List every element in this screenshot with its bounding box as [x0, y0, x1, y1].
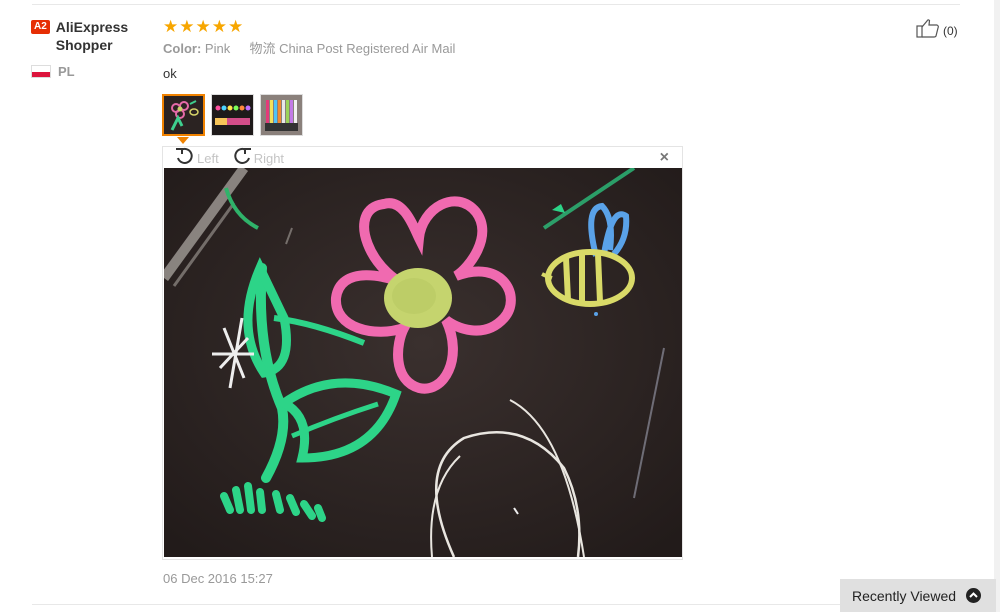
rotate-left-button[interactable]: Left: [174, 146, 219, 171]
recently-viewed-label: Recently Viewed: [852, 587, 957, 604]
top-divider: [32, 4, 960, 5]
helpful-button[interactable]: (0): [916, 18, 958, 43]
review-date: 06 Dec 2016 15:27: [163, 571, 273, 586]
rotate-right-icon: [231, 146, 253, 171]
reviewer-name: AliExpress Shopper: [55, 19, 129, 53]
bottom-divider: [32, 604, 840, 605]
order-attributes: Color: Pink 物流 China Post Registered Air…: [163, 41, 455, 57]
reviewer-country: PL: [31, 64, 151, 79]
rotate-right-label: Right: [253, 150, 285, 166]
recently-viewed-button[interactable]: Recently Viewed: [840, 579, 996, 612]
buyer-level-badge: A2: [31, 20, 50, 34]
rotate-left-label: Left: [197, 150, 219, 166]
rotate-left-icon: [174, 146, 196, 171]
star-icon: ★: [179, 17, 195, 36]
active-thumb-pointer: [177, 137, 189, 144]
star-icon: ★: [195, 17, 211, 36]
chevron-up-circle-icon: [966, 588, 982, 603]
helpful-count: (0): [943, 23, 958, 38]
viewer-toolbar: Left Right: [174, 147, 296, 169]
scrollbar-track[interactable]: [994, 0, 1000, 612]
shipping-method: 物流 China Post Registered Air Mail: [249, 41, 456, 56]
thumbs-up-icon: [916, 18, 940, 43]
poland-flag-icon: [31, 65, 51, 78]
review-content: ★ ★ ★ ★ ★ Color: Pink 物流 China Post Regi…: [163, 18, 455, 81]
review-photo: [164, 168, 682, 557]
feedback-text: ok: [163, 66, 177, 81]
thumb-aliexpress-chalk-text[interactable]: [211, 94, 254, 136]
reviewer-info: A2 AliExpress Shopper PL: [31, 18, 151, 79]
thumb-chalk-flower[interactable]: [162, 94, 205, 136]
country-code: PL: [58, 64, 75, 79]
close-icon[interactable]: ×: [660, 149, 669, 167]
star-rating: ★ ★ ★ ★ ★: [163, 18, 455, 36]
color-attribute-key: Color:: [163, 41, 202, 56]
color-attribute-value: Pink: [204, 41, 231, 56]
star-icon: ★: [228, 17, 244, 36]
thumb-marker-set[interactable]: [260, 94, 303, 136]
photo-viewer: Left Right ×: [162, 146, 683, 560]
review-photo-thumbnails: [162, 94, 303, 136]
rotate-right-button[interactable]: Right: [231, 146, 284, 171]
star-icon: ★: [163, 17, 179, 36]
star-icon: ★: [211, 17, 227, 36]
